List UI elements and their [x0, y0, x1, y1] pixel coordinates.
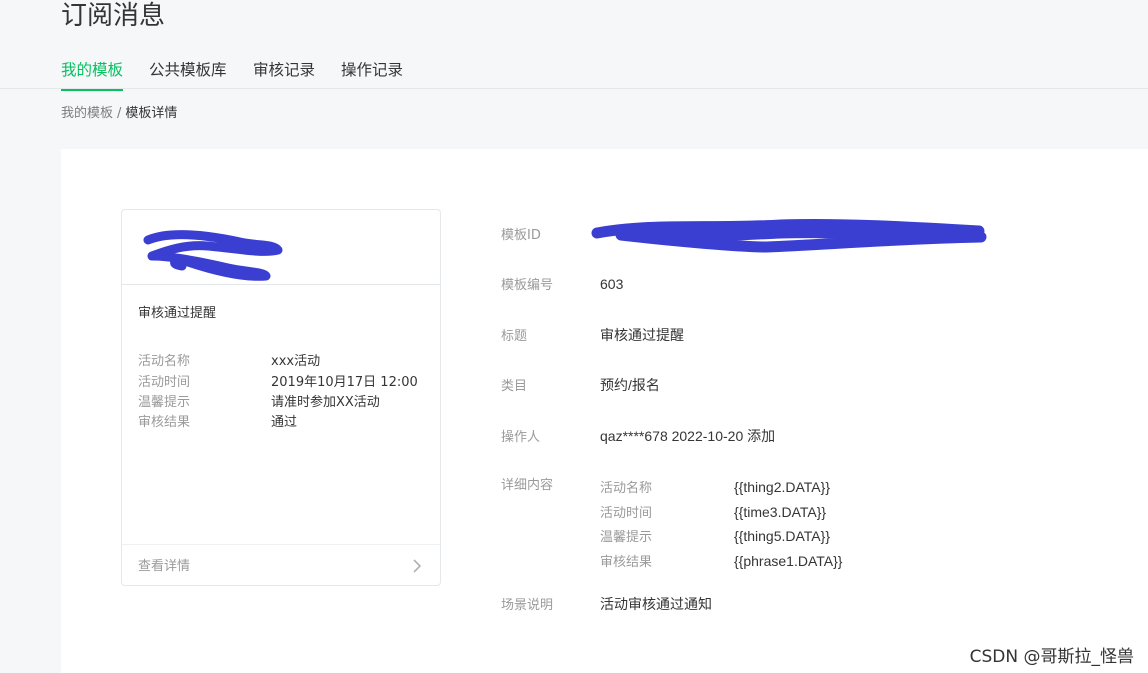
- redaction-scribble: [143, 230, 283, 281]
- content-field-value: {{time3.DATA}}: [734, 503, 827, 520]
- preview-field-row: 活动名称 xxx活动: [138, 352, 320, 372]
- detail-row-operator: 操作人 qaz****678 2022-10-20 添加: [501, 426, 775, 448]
- content-field: 温馨提示 {{thing5.DATA}}: [600, 525, 842, 550]
- preview-field-name: 活动名称: [138, 354, 191, 369]
- view-details-label: 查看详情: [138, 559, 191, 574]
- preview-field-row: 温馨提示 请准时参加XX活动: [138, 393, 380, 413]
- detail-row-template-number: 模板编号 603: [501, 274, 623, 296]
- operator-value: qaz****678 2022-10-20 添加: [600, 428, 776, 444]
- scene-label: 场景说明: [501, 598, 554, 613]
- template-number-label: 模板编号: [501, 278, 554, 293]
- content-field-name: 温馨提示: [600, 530, 653, 545]
- content-field-name: 活动名称: [600, 481, 653, 496]
- content-field: 审核结果 {{phrase1.DATA}}: [600, 550, 842, 575]
- template-preview-card: 审核通过提醒 活动名称 xxx活动 活动时间 2019年10月17日 12:00 温…: [121, 209, 441, 586]
- tab-public-template-library[interactable]: 公共模板库: [149, 60, 227, 80]
- view-details-link[interactable]: 查看详情: [122, 544, 440, 586]
- page-title: 订阅消息: [61, 1, 166, 31]
- content-field-list: 活动名称 {{thing2.DATA}} 活动时间 {{time3.DATA}} 温…: [600, 476, 842, 574]
- content-field-value: {{thing5.DATA}}: [734, 528, 830, 544]
- content-field: 活动名称 {{thing2.DATA}}: [600, 476, 842, 501]
- redaction-scribble: [591, 218, 987, 253]
- breadcrumb-separator: /: [117, 106, 122, 121]
- title-value: 审核通过提醒: [600, 327, 684, 343]
- tab-operation-records[interactable]: 操作记录: [341, 60, 403, 80]
- content-field: 活动时间 {{time3.DATA}}: [600, 501, 842, 526]
- tab-bar: 我的模板 公共模板库 审核记录 操作记录: [0, 56, 1148, 91]
- detail-row-title: 标题 审核通过提醒: [501, 325, 684, 347]
- breadcrumb-current: 模板详情: [125, 106, 178, 121]
- preview-field-name: 活动时间: [138, 375, 191, 390]
- preview-field-value: 通过: [271, 415, 298, 430]
- preview-field-value: 2019年10月17日 12:00: [271, 375, 418, 390]
- detail-row-content: 详细内容: [501, 476, 600, 496]
- detail-row-scene: 场景说明 活动审核通过通知: [501, 594, 712, 616]
- content-field-value: {{phrase1.DATA}}: [734, 552, 843, 569]
- content-field-name: 审核结果: [600, 554, 653, 570]
- preview-field-row: 活动时间 2019年10月17日 12:00: [138, 373, 418, 393]
- content-field-value: {{thing2.DATA}}: [734, 479, 830, 495]
- preview-field-value: 请准时参加XX活动: [271, 395, 380, 410]
- content-label: 详细内容: [501, 478, 554, 493]
- chevron-right-icon: [413, 559, 422, 573]
- category-label: 类目: [501, 379, 528, 394]
- preview-field-name: 审核结果: [138, 415, 191, 430]
- template-detail-panel: 审核通过提醒 活动名称 xxx活动 活动时间 2019年10月17日 12:00 温…: [61, 149, 1148, 673]
- preview-field-row: 审核结果 通过: [138, 413, 297, 433]
- detail-row-category: 类目 预约/报名: [501, 375, 660, 397]
- preview-card-title: 审核通过提醒: [138, 306, 217, 321]
- scene-value: 活动审核通过通知: [600, 596, 712, 612]
- operator-label: 操作人: [501, 430, 541, 445]
- title-label: 标题: [501, 329, 528, 344]
- csdn-watermark: CSDN @哥斯拉_怪兽: [969, 647, 1134, 667]
- tab-my-templates[interactable]: 我的模板: [61, 60, 124, 91]
- template-id-label: 模板ID: [501, 228, 541, 243]
- detail-row-template-id: 模板ID: [501, 224, 600, 246]
- preview-field-name: 温馨提示: [138, 395, 191, 410]
- preview-card-header: [122, 210, 440, 285]
- tab-review-records[interactable]: 审核记录: [253, 60, 315, 80]
- breadcrumb-my-templates-link[interactable]: 我的模板: [61, 106, 113, 121]
- content-field-name: 活动时间: [600, 505, 653, 521]
- template-number-value: 603: [600, 276, 624, 292]
- breadcrumb: 我的模板 / 模板详情: [61, 105, 177, 123]
- category-value: 预约/报名: [600, 377, 660, 393]
- preview-field-value: xxx活动: [271, 354, 321, 369]
